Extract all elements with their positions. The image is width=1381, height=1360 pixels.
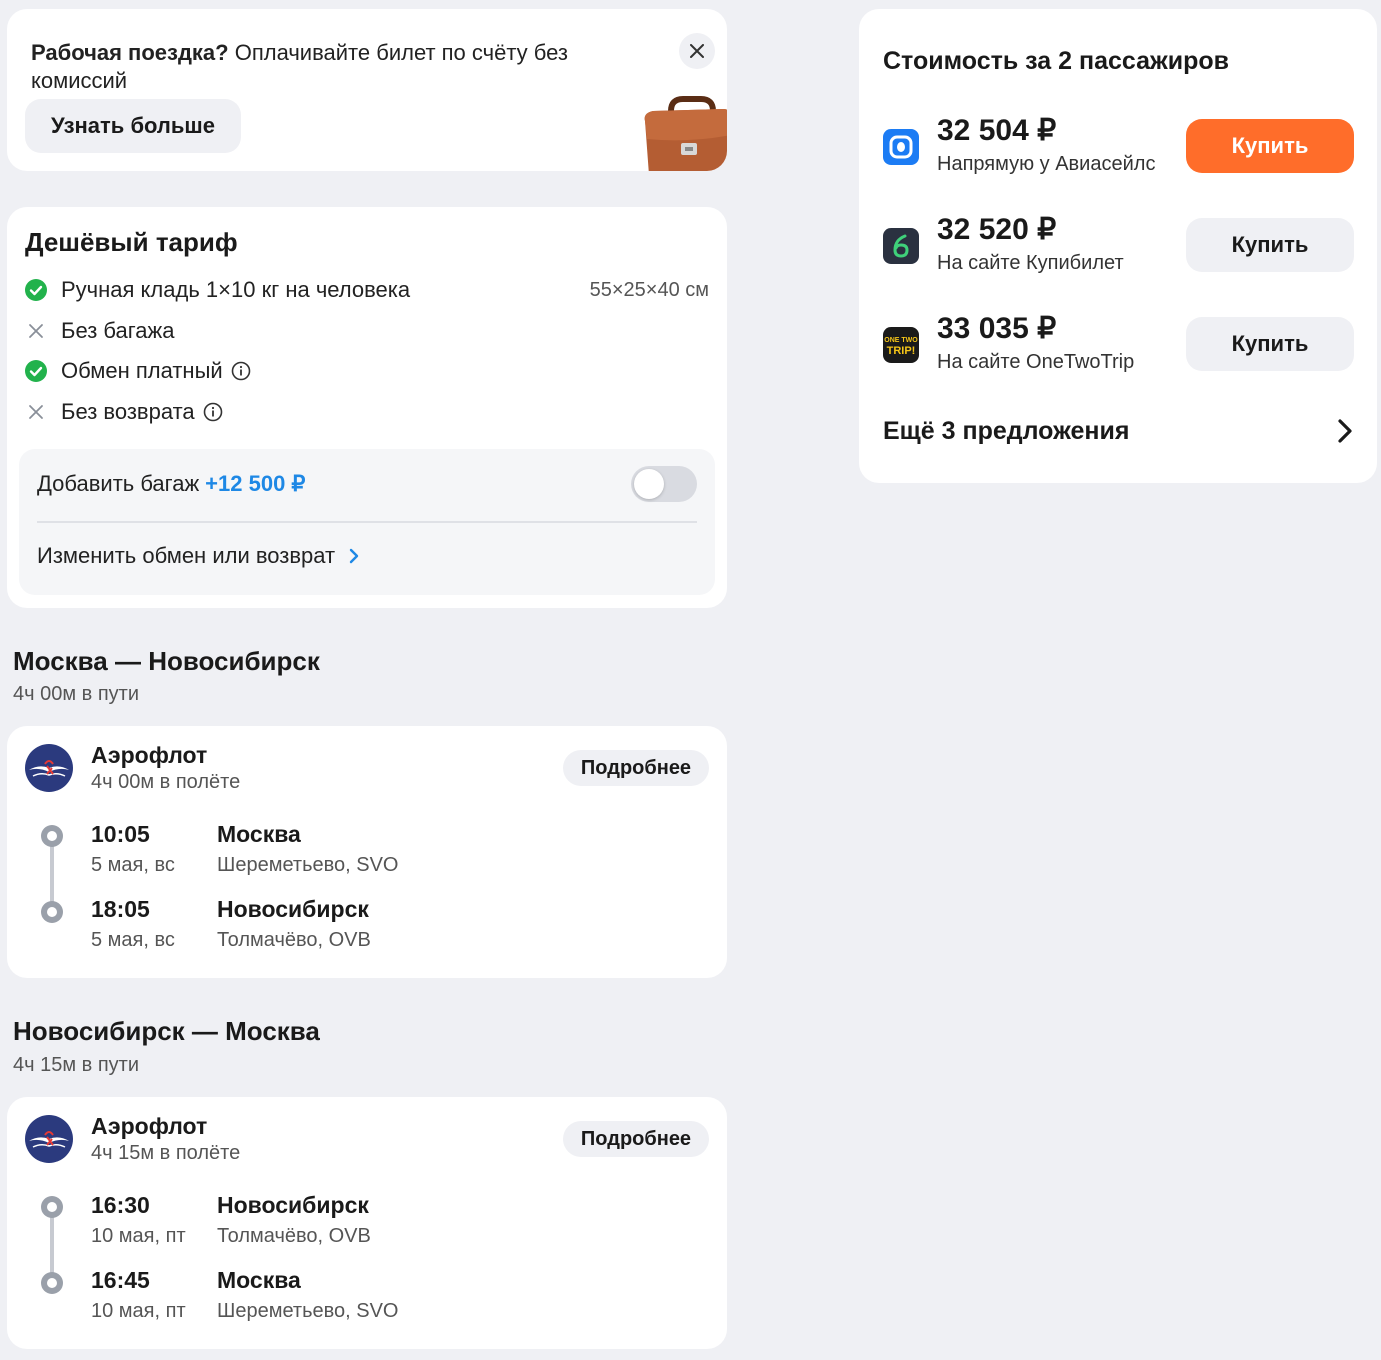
offer-price: 33 035 ₽ <box>937 312 1057 345</box>
arrival-date: 10 мая, пт <box>91 1300 186 1322</box>
feature-label: Обмен платный <box>61 358 223 383</box>
offer-price: 32 504 ₽ <box>937 114 1057 147</box>
add-luggage-row: Добавить багаж +12 500 ₽ <box>37 471 305 497</box>
buy-button[interactable]: Купить <box>1186 317 1354 371</box>
arrival-city: Новосибирск <box>217 896 369 922</box>
feature-hand-luggage: Ручная кладь 1×10 кг на человека <box>25 275 410 305</box>
hand-luggage-dimensions: 55×25×40 см <box>589 279 709 301</box>
chevron-right-icon <box>349 548 359 564</box>
departure-time: 16:30 <box>91 1192 150 1218</box>
aeroflot-logo-icon <box>25 1115 73 1163</box>
buy-button[interactable]: Купить <box>1186 119 1354 173</box>
feature-paid-exchange: Обмен платный <box>25 356 251 386</box>
departure-dot-icon <box>41 1196 63 1218</box>
cross-icon <box>25 320 47 342</box>
arrival-date: 5 мая, вс <box>91 929 175 951</box>
briefcase-icon <box>644 96 727 171</box>
add-luggage-toggle[interactable] <box>631 466 697 502</box>
change-exchange-refund-link[interactable]: Изменить обмен или возврат <box>37 543 359 569</box>
airline-name: Аэрофлот <box>91 742 208 768</box>
aviasales-logo-icon <box>883 129 919 165</box>
arrival-time: 16:45 <box>91 1267 150 1293</box>
departure-airport: Толмачёво, OVB <box>217 1225 371 1247</box>
feature-label: Ручная кладь 1×10 кг на человека <box>61 277 411 302</box>
details-button[interactable]: Подробнее <box>563 1121 709 1157</box>
route-title: Новосибирск — Москва <box>13 1016 320 1046</box>
flight-duration: 4ч 15м в полёте <box>91 1142 241 1164</box>
arrival-airport: Толмачёво, OVB <box>217 929 371 951</box>
aeroflot-logo-icon <box>25 744 73 792</box>
tariff-card: Дешёвый тариф Ручная кладь 1×10 кг на че… <box>7 207 727 608</box>
close-promo-button[interactable] <box>679 33 715 69</box>
arrival-airport: Шереметьево, SVO <box>217 1300 399 1322</box>
price-panel: Стоимость за 2 пассажиров 32 504 ₽ Напря… <box>859 9 1377 483</box>
toggle-knob <box>634 469 664 499</box>
buy-button[interactable]: Купить <box>1186 218 1354 272</box>
chevron-right-icon <box>1338 419 1352 443</box>
airline-name: Аэрофлот <box>91 1113 208 1139</box>
tariff-title: Дешёвый тариф <box>25 227 238 257</box>
close-icon <box>690 44 704 58</box>
tariff-options: Добавить багаж +12 500 ₽ Изменить обмен и… <box>19 449 715 595</box>
svg-text:ONE TWO: ONE TWO <box>884 337 918 344</box>
flight-duration: 4ч 00м в полёте <box>91 771 241 793</box>
departure-city: Новосибирск <box>217 1192 369 1218</box>
feature-label: Без возврата <box>61 399 195 424</box>
departure-airport: Шереметьево, SVO <box>217 854 399 876</box>
details-button[interactable]: Подробнее <box>563 750 709 786</box>
cross-icon <box>25 401 47 423</box>
route-duration: 4ч 15м в пути <box>13 1054 139 1076</box>
promo-text: Рабочая поездка? Оплачивайте билет по сч… <box>31 40 568 93</box>
svg-text:TRIP!: TRIP! <box>887 345 916 357</box>
offer-seller: Напрямую у Авиасейлс <box>937 153 1156 175</box>
feature-label: Без багажа <box>61 318 175 343</box>
more-offers-link[interactable]: Ещё 3 предложения <box>883 413 1353 449</box>
business-trip-promo: Рабочая поездка? Оплачивайте билет по сч… <box>7 9 727 171</box>
info-icon[interactable] <box>231 361 251 381</box>
add-luggage-price: +12 500 ₽ <box>205 471 306 496</box>
info-icon[interactable] <box>203 402 223 422</box>
offer-seller: На сайте OneTwoTrip <box>937 351 1135 373</box>
route-duration: 4ч 00м в пути <box>13 683 139 705</box>
flight-card: Аэрофлот 4ч 15м в полёте Подробнее 16:30… <box>7 1097 727 1349</box>
offer-seller: На сайте Купибилет <box>937 252 1124 274</box>
learn-more-button[interactable]: Узнать больше <box>25 99 241 153</box>
offer-row: 32 520 ₽ На сайте Купибилет Купить <box>883 213 1359 278</box>
departure-city: Москва <box>217 821 301 847</box>
arrival-time: 18:05 <box>91 896 150 922</box>
departure-date: 10 мая, пт <box>91 1225 186 1247</box>
check-circle-icon <box>25 360 47 382</box>
departure-date: 5 мая, вс <box>91 854 175 876</box>
feature-no-baggage: Без багажа <box>25 316 174 346</box>
check-circle-icon <box>25 279 47 301</box>
offer-row: ONE TWO TRIP! 33 035 ₽ На сайте OneTwoTri… <box>883 312 1359 377</box>
arrival-dot-icon <box>41 1272 63 1294</box>
route-title: Москва — Новосибирск <box>13 646 320 676</box>
divider <box>37 521 697 523</box>
change-exchange-refund-label: Изменить обмен или возврат <box>37 543 336 568</box>
kupibilet-logo-icon <box>883 228 919 264</box>
departure-dot-icon <box>41 825 63 847</box>
more-offers-label: Ещё 3 предложения <box>883 416 1130 445</box>
onetwotrip-logo-icon: ONE TWO TRIP! <box>883 327 919 363</box>
offer-price: 32 520 ₽ <box>937 213 1057 246</box>
arrival-city: Москва <box>217 1267 301 1293</box>
arrival-dot-icon <box>41 901 63 923</box>
add-luggage-label: Добавить багаж <box>37 471 200 496</box>
price-panel-title: Стоимость за 2 пассажиров <box>883 47 1229 75</box>
flight-card: Аэрофлот 4ч 00м в полёте Подробнее 10:05… <box>7 726 727 978</box>
feature-no-refund: Без возврата <box>25 397 223 427</box>
offer-row: 32 504 ₽ Напрямую у Авиасейлс Купить <box>883 114 1359 179</box>
departure-time: 10:05 <box>91 821 150 847</box>
